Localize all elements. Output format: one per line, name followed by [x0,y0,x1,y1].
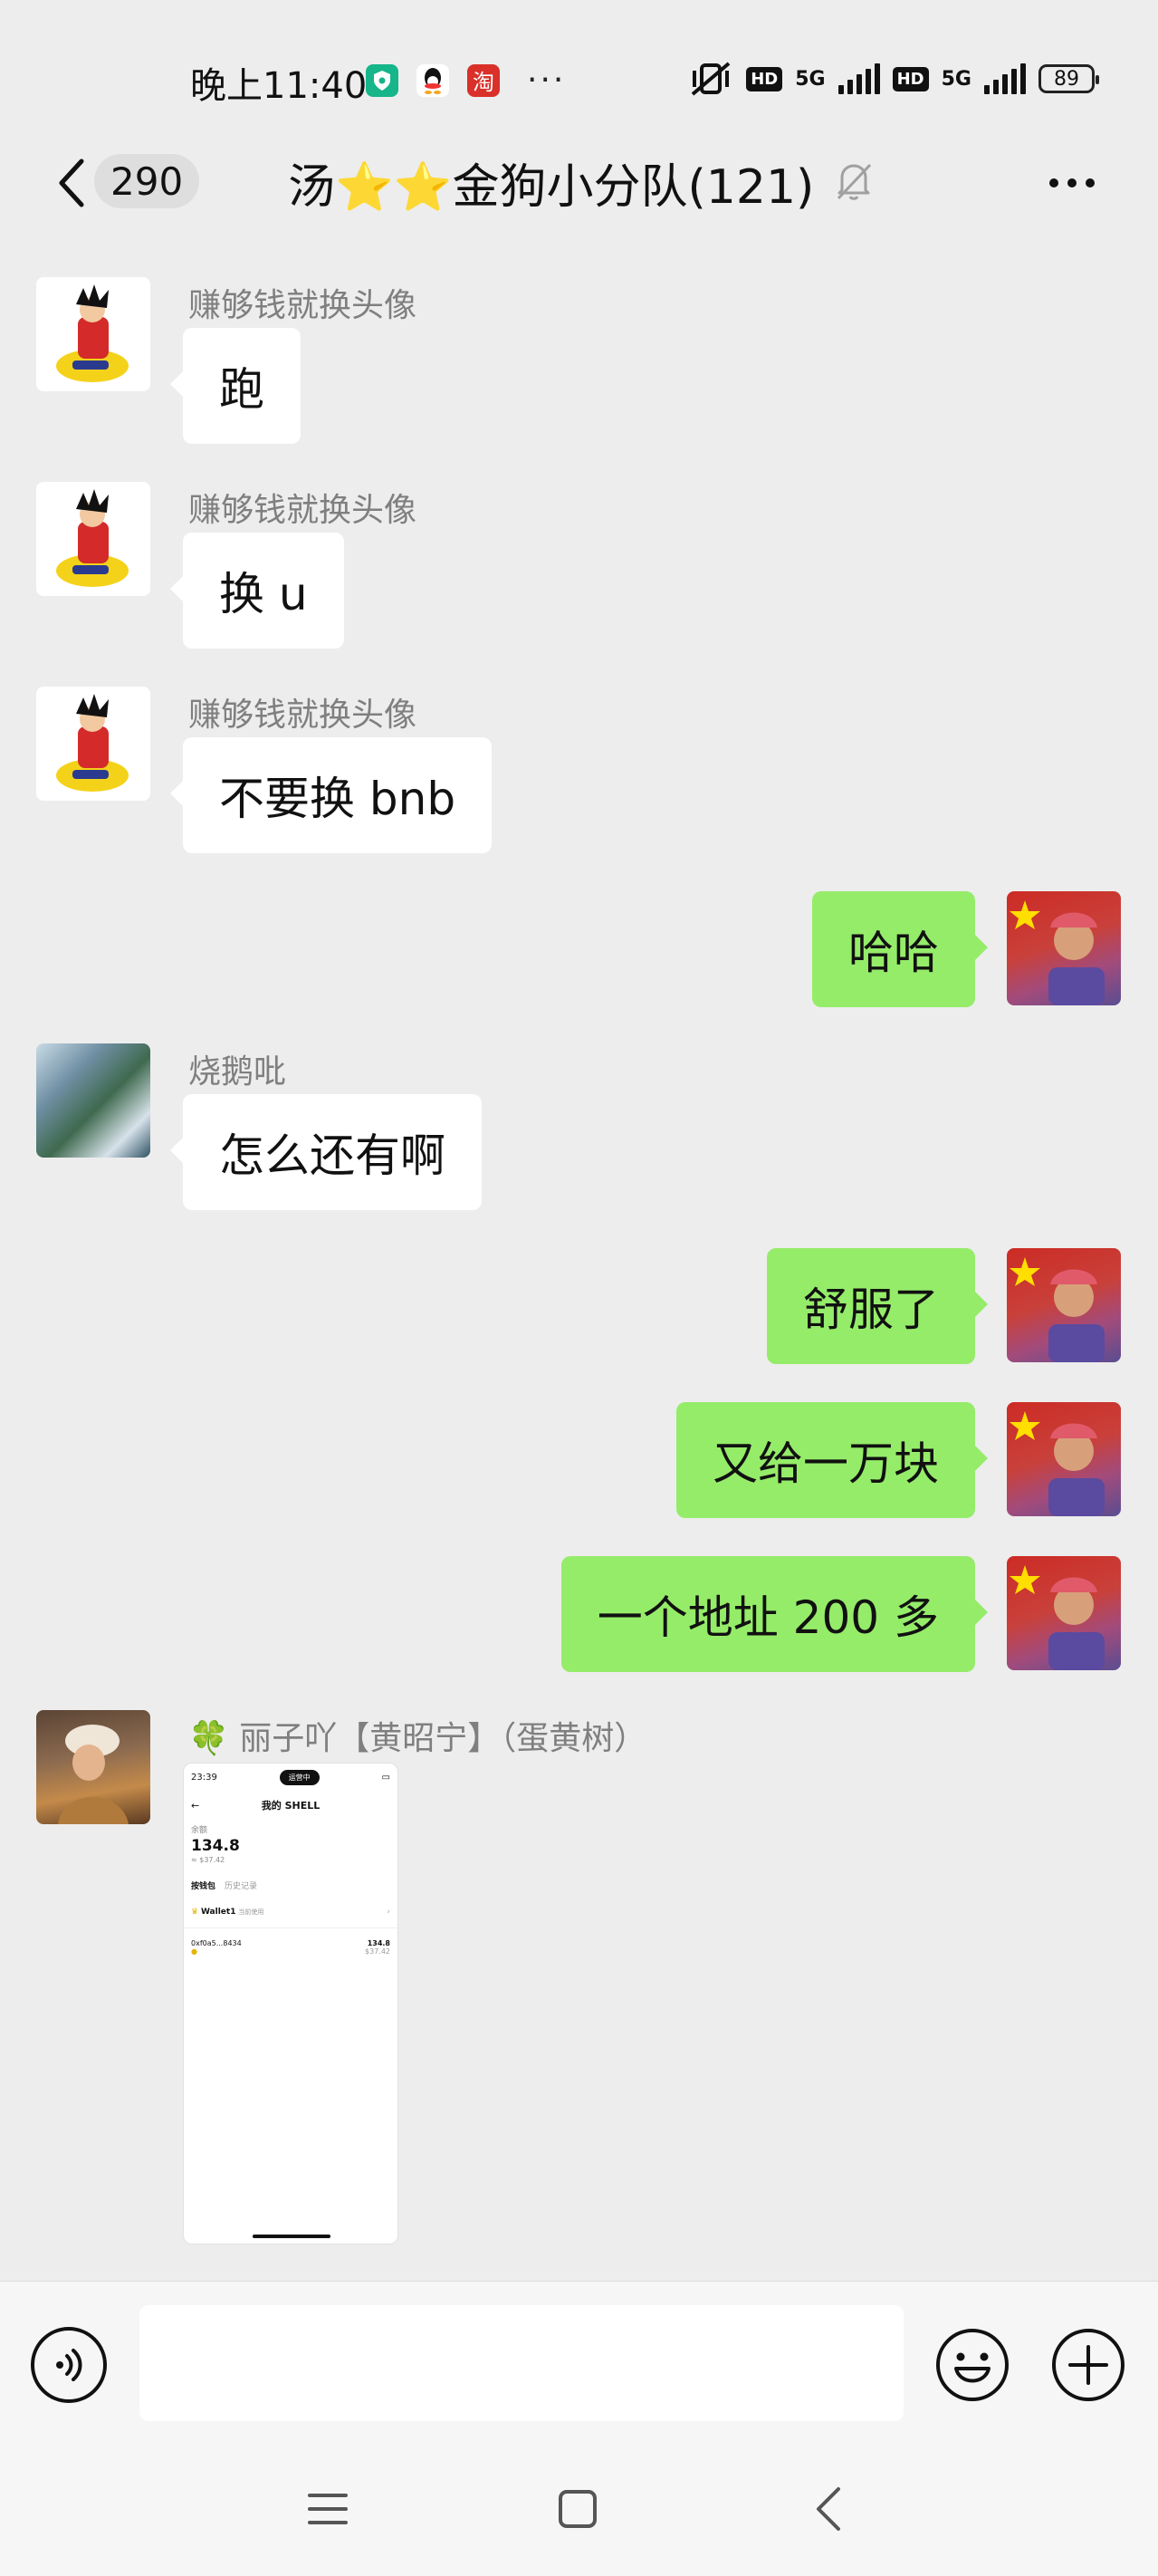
sender-name: 赚够钱就换头像 [188,492,417,529]
mini-crown-icon: ♛ [191,1908,199,1917]
message-bubble[interactable]: 舒服了 [767,1248,988,1364]
mini-dynamic-island: 运营中 [279,1769,320,1785]
status-system-icons: HD 5G HD 5G 89 [688,60,1099,98]
avatar[interactable] [1007,1402,1121,1516]
plus-icon[interactable] [1050,2327,1126,2403]
menu-icon [308,2494,348,2524]
mini-address: 0xf0a5...8434 [191,1939,242,1947]
chat-title[interactable]: 汤⭐⭐金狗小分队(121) [288,149,814,216]
mini-battery-icon: ▭ [381,1772,390,1783]
dot-icon [1049,178,1058,187]
status-more-dots: ··· [527,62,567,99]
voice-button[interactable] [31,2327,107,2403]
network-5g-label-2: 5G [941,67,971,91]
sender-name: 赚够钱就换头像 [188,287,417,324]
menu-button[interactable] [295,2476,360,2542]
system-nav-bar [0,2444,1158,2576]
sender-name: 🍀 丽子吖【黄昭宁】（蛋黄树） [188,1720,647,1757]
more-options-button[interactable] [1040,156,1104,210]
mini-address-row: 0xf0a5...8434 ● 134.8 $37.42 [184,1928,397,1966]
taobao-app-icon: 淘 [467,63,500,97]
back-button[interactable] [45,156,100,210]
image-message[interactable]: 23:39 运营中 ▭ ← 我的 SHELL 余额 134.8 ≈ $37.42… [183,1763,398,2244]
mini-time: 23:39 [191,1772,217,1783]
chat-header: 290 汤⭐⭐金狗小分队(121) [0,136,1158,235]
dot-icon [1086,178,1095,187]
system-back-button[interactable] [797,2476,862,2542]
hd-badge: HD [746,66,783,91]
sender-name: 赚够钱就换头像 [188,697,417,734]
home-icon [559,2490,597,2528]
bell-off-icon [837,163,872,200]
avatar[interactable] [1007,1248,1121,1362]
avatar[interactable] [1007,1556,1121,1670]
home-button[interactable] [545,2476,610,2542]
mini-home-indicator [253,2235,330,2238]
shield-app-icon [366,63,398,97]
message-input[interactable] [139,2305,904,2421]
mini-token-icon: ● [191,1947,197,1956]
message-bubble[interactable]: 哈哈 [812,891,988,1007]
avatar[interactable] [36,1043,150,1158]
signal-icon-2 [984,63,1026,94]
message-bubble[interactable]: 不要换 bnb [169,737,493,853]
mini-status-bar: 23:39 运营中 ▭ [184,1764,397,1791]
battery-icon: 89 [1038,64,1099,93]
mini-balance-label: 余额 [191,1826,208,1835]
avatar[interactable] [36,687,150,801]
emoji-icon[interactable] [934,2327,1010,2403]
unread-count-badge[interactable]: 290 [94,154,200,208]
chevron-left-icon [59,159,84,207]
status-bar: 晚上11:40 淘 ··· HD 5G HD 5G 89 [0,0,1158,145]
mini-header: ← 我的 SHELL [184,1791,397,1820]
message-bubble[interactable]: 又给一万块 [676,1402,988,1518]
avatar[interactable] [36,277,150,391]
voice-icon [56,2349,82,2381]
mini-chevron-icon: › [387,1908,390,1917]
avatar[interactable] [1007,891,1121,1005]
message-bubble[interactable]: 一个地址 200 多 [560,1556,989,1672]
back-icon [817,2487,840,2531]
mini-wallet-row: ♛ Wallet1 当前使用 › [184,1897,397,1928]
avatar[interactable] [36,482,150,596]
sender-name: 烧鹅吡 [188,1053,287,1091]
hd-badge-2: HD [892,66,929,91]
message-bubble[interactable]: 换 u [170,533,344,649]
mini-tab-wallet: 按钱包 [191,1882,216,1891]
status-app-icons: 淘 ··· [366,62,566,99]
mini-balance-usd: ≈ $37.42 [191,1856,225,1864]
mini-tab-history: 历史记录 [225,1882,258,1891]
mini-tabs: 按钱包 历史记录 [184,1865,397,1897]
input-bar [0,2281,1158,2445]
mini-wallet-tag: 当前使用 [238,1908,264,1916]
qq-app-icon [416,63,449,97]
dot-icon [1067,178,1077,187]
network-5g-label: 5G [795,67,826,91]
mini-wallet-name: Wallet1 [200,1908,236,1917]
avatar[interactable] [36,1710,150,1824]
mini-row-usd: $37.42 [365,1947,390,1956]
mini-balance: 134.8 [191,1837,240,1855]
vibrate-off-icon [691,62,731,96]
message-bubble[interactable]: 怎么还有啊 [170,1094,482,1210]
message-bubble[interactable]: 跑 [170,328,301,444]
mini-title: 我的 SHELL [261,1800,321,1812]
mini-row-amount: 134.8 [367,1939,390,1947]
signal-icon [837,63,880,94]
status-time: 晚上11:40 [190,65,368,107]
